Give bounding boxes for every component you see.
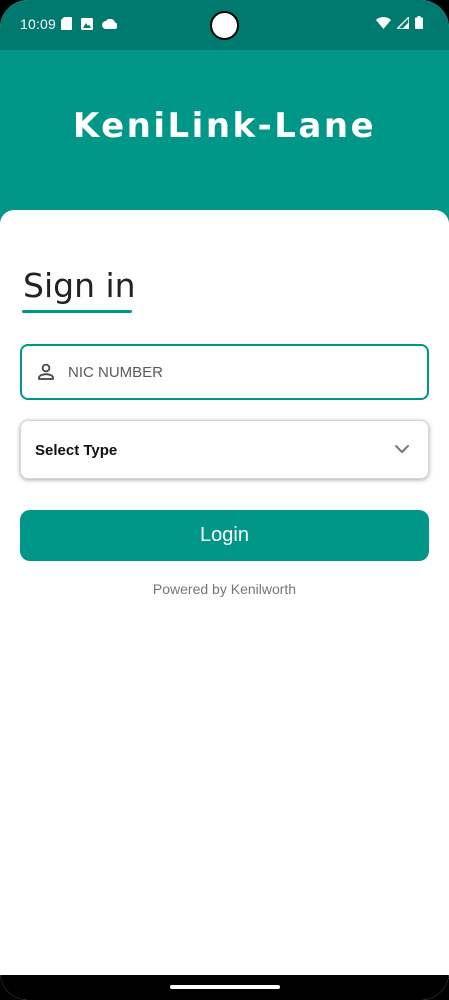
login-button[interactable]: Login — [20, 510, 429, 561]
cloud-icon — [102, 18, 117, 29]
chevron-down-icon — [395, 445, 409, 453]
person-icon — [38, 363, 54, 380]
camera-cutout — [210, 11, 239, 40]
powered-by-text: Powered by Kenilworth — [152, 581, 297, 597]
signin-title-underline — [22, 310, 132, 313]
signin-title: Sign in — [23, 266, 136, 305]
select-type-dropdown[interactable]: Select Type — [20, 420, 429, 479]
signal-icon — [397, 16, 409, 29]
navigation-bar — [0, 975, 449, 1000]
select-type-label: Select Type — [35, 442, 118, 459]
status-bar: 10:09 — [0, 0, 449, 50]
home-gesture-handle[interactable] — [170, 985, 280, 989]
nic-number-input[interactable] — [68, 346, 418, 398]
status-notification-icons — [61, 17, 117, 30]
photo-icon — [81, 17, 93, 30]
signin-card — [0, 210, 449, 1000]
nic-number-field[interactable] — [20, 344, 429, 400]
sd-card-icon — [61, 17, 72, 30]
status-system-icons — [376, 16, 423, 29]
phone-screen: 10:09 KeniLink-Lane Sign in NIC NUMBER S… — [0, 0, 449, 1000]
app-title: KeniLink-Lane — [72, 106, 377, 146]
status-time: 10:09 — [20, 16, 57, 32]
wifi-icon — [376, 16, 391, 29]
battery-icon — [415, 16, 423, 29]
